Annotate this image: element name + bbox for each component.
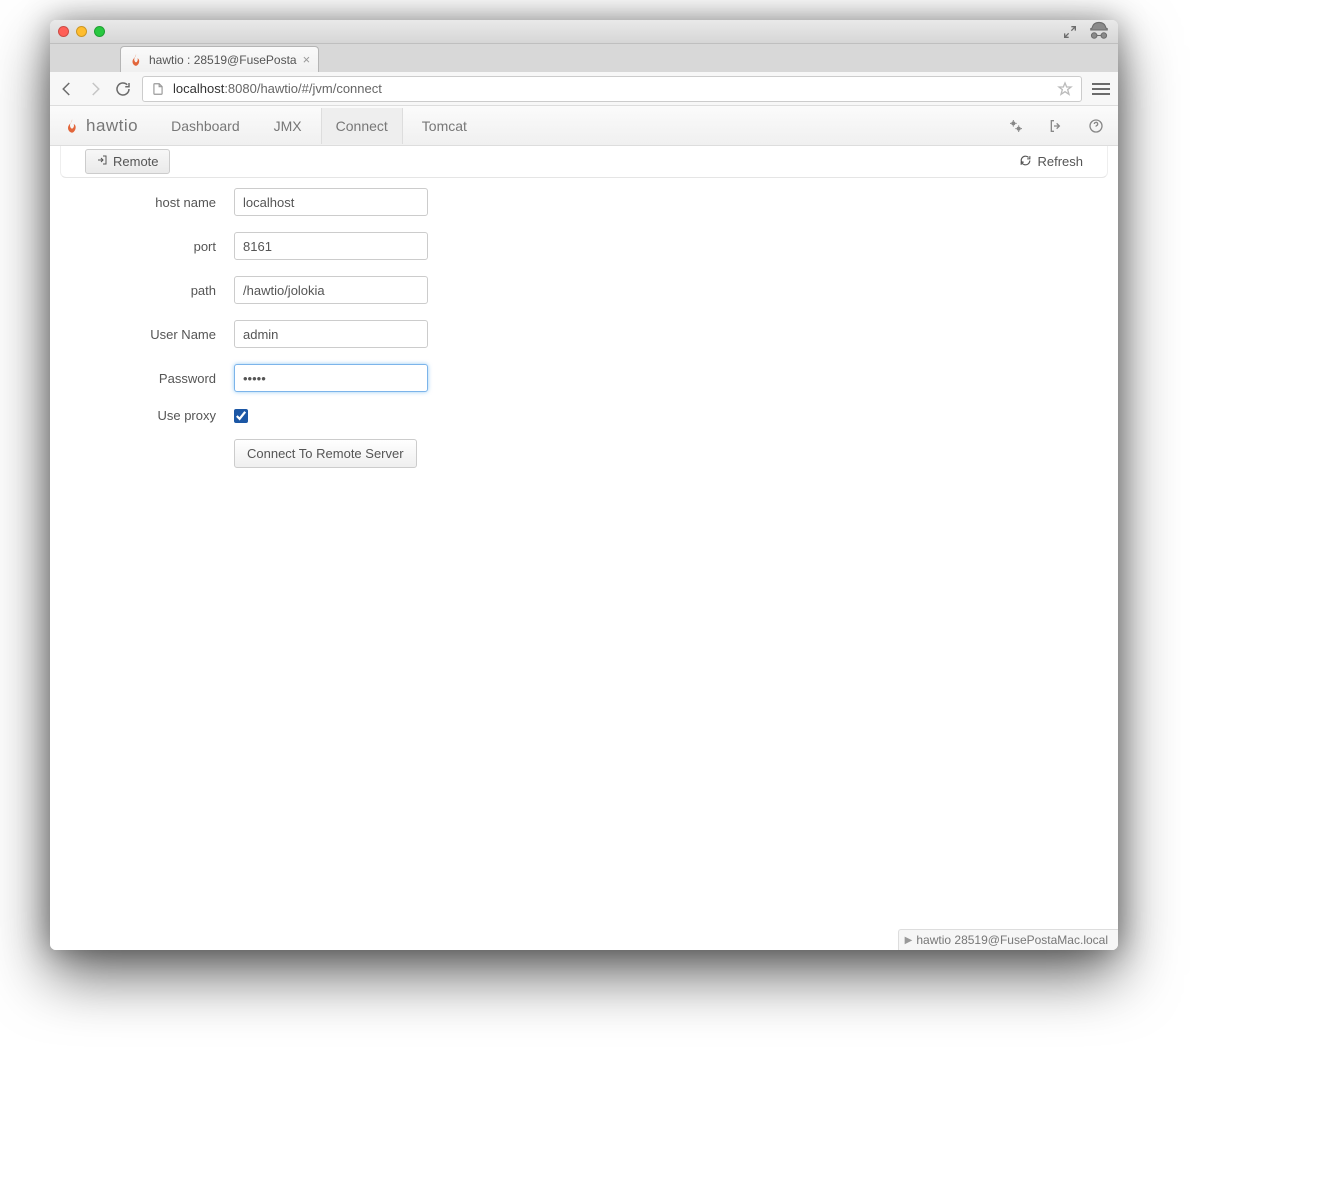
path-label: path — [74, 283, 234, 298]
nav-dashboard[interactable]: Dashboard — [156, 108, 255, 144]
login-arrow-icon — [96, 154, 108, 169]
nav-jmx[interactable]: JMX — [259, 108, 317, 144]
settings-icon[interactable] — [1008, 118, 1024, 134]
bookmark-star-icon[interactable] — [1057, 81, 1073, 97]
app-content: hawtio Dashboard JMX Connect Tomcat Re — [50, 106, 1118, 950]
url-host: localhost — [173, 81, 224, 96]
address-bar[interactable]: localhost:8080/hawtio/#/jvm/connect — [142, 76, 1082, 102]
refresh-label: Refresh — [1037, 154, 1083, 169]
port-label: port — [74, 239, 234, 254]
connect-button[interactable]: Connect To Remote Server — [234, 439, 417, 468]
help-icon[interactable] — [1088, 118, 1104, 134]
brand-label: hawtio — [86, 116, 138, 136]
password-label: Password — [74, 371, 234, 386]
browser-toolbar: localhost:8080/hawtio/#/jvm/connect — [50, 72, 1118, 106]
browser-tab-title: hawtio : 28519@FusePosta — [149, 53, 297, 67]
path-input[interactable] — [234, 276, 428, 304]
use-proxy-label: Use proxy — [74, 408, 234, 423]
subnav-bar: Remote Refresh — [60, 146, 1108, 178]
nav-connect[interactable]: Connect — [321, 108, 403, 144]
username-input[interactable] — [234, 320, 428, 348]
expand-icon[interactable] — [1062, 24, 1078, 40]
close-window-button[interactable] — [58, 26, 69, 37]
remote-tab-label: Remote — [113, 154, 159, 169]
connect-form: host name port path User Name Password U… — [50, 178, 1118, 478]
remote-tab-button[interactable]: Remote — [85, 149, 170, 174]
reload-button[interactable] — [114, 80, 132, 98]
browser-tab-strip: hawtio : 28519@FusePosta × — [50, 44, 1118, 72]
url-text: localhost:8080/hawtio/#/jvm/connect — [173, 81, 382, 96]
status-bar-text: hawtio 28519@FusePostaMac.local — [916, 933, 1108, 947]
nav-tomcat[interactable]: Tomcat — [407, 108, 482, 144]
incognito-icon — [1088, 20, 1110, 44]
flame-icon — [129, 53, 143, 67]
password-input[interactable] — [234, 364, 428, 392]
refresh-button[interactable]: Refresh — [1019, 154, 1083, 170]
os-titlebar — [50, 20, 1118, 44]
caret-right-icon: ▶ — [905, 935, 913, 946]
logout-icon[interactable] — [1048, 118, 1064, 134]
browser-window: hawtio : 28519@FusePosta × localhost:808… — [50, 20, 1118, 950]
window-controls — [58, 26, 105, 37]
minimize-window-button[interactable] — [76, 26, 87, 37]
url-path: :8080/hawtio/#/jvm/connect — [224, 81, 382, 96]
hostname-label: host name — [74, 195, 234, 210]
status-bar: ▶ hawtio 28519@FusePostaMac.local — [898, 929, 1118, 950]
app-navbar: hawtio Dashboard JMX Connect Tomcat — [50, 106, 1118, 146]
forward-button[interactable] — [86, 80, 104, 98]
flame-icon — [64, 118, 80, 134]
browser-tab[interactable]: hawtio : 28519@FusePosta × — [120, 46, 319, 72]
username-label: User Name — [74, 327, 234, 342]
close-tab-icon[interactable]: × — [297, 52, 311, 67]
chrome-menu-button[interactable] — [1092, 83, 1110, 95]
port-input[interactable] — [234, 232, 428, 260]
back-button[interactable] — [58, 80, 76, 98]
use-proxy-checkbox[interactable] — [234, 409, 248, 423]
brand[interactable]: hawtio — [64, 116, 152, 136]
zoom-window-button[interactable] — [94, 26, 105, 37]
page-icon — [151, 82, 165, 96]
hostname-input[interactable] — [234, 188, 428, 216]
refresh-icon — [1019, 154, 1032, 170]
